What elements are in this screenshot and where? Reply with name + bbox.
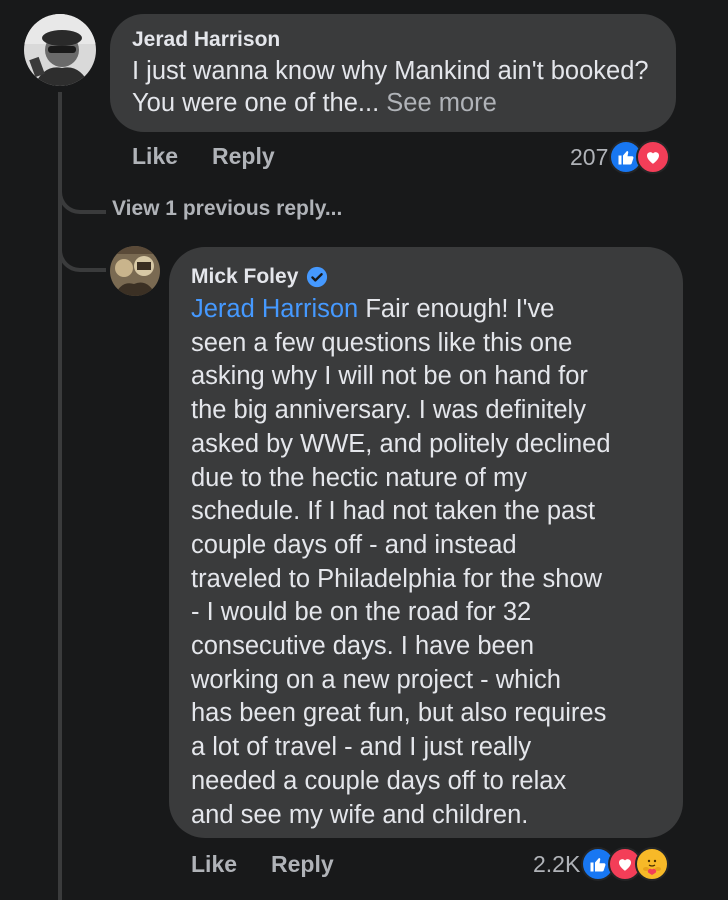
text-line: seen a few questions like this one — [191, 328, 573, 357]
text-line: - I would be on the road for 32 — [191, 598, 532, 627]
care-reaction-icon — [635, 847, 670, 881]
text-line: and see my wife and children. — [191, 800, 529, 829]
reply-button[interactable]: Reply — [212, 143, 275, 170]
reply-author-name[interactable]: Mick Foley — [191, 265, 298, 289]
text-line: asking why I will not be on hand for — [191, 362, 588, 391]
comment-actions: Like Reply — [132, 143, 275, 170]
like-button[interactable]: Like — [132, 143, 178, 170]
text-line: asked by WWE, and politely declined — [191, 429, 611, 458]
text-line: couple days off - and instead — [191, 530, 517, 559]
verified-badge-icon — [307, 266, 328, 288]
text-line: Jerad Harrison Fair enough! I've — [191, 293, 661, 327]
comment-author[interactable]: Jerad Harrison — [132, 28, 654, 52]
thread-branch-curve — [58, 238, 106, 272]
reply-author: Mick Foley — [191, 265, 661, 289]
view-previous-replies-link[interactable]: View 1 previous reply... — [112, 197, 342, 221]
thread-connector-line — [58, 92, 62, 900]
mention-link[interactable]: Jerad Harrison — [191, 295, 358, 323]
see-more-link[interactable]: See more — [386, 89, 497, 117]
text-line: due to the hectic nature of my — [191, 463, 527, 492]
reply-bubble: Mick Foley Jerad Harrison Fair enough! I… — [169, 247, 683, 838]
reply-actions: Like Reply — [191, 851, 334, 878]
avatar[interactable] — [24, 14, 96, 86]
text-segment: Fair enough! I've — [358, 295, 555, 323]
reaction-count: 2.2K — [533, 850, 581, 877]
text-line: needed a couple days off to relax — [191, 766, 567, 795]
text-line: working on a new project - which — [191, 665, 561, 694]
reply-text: Jerad Harrison Fair enough! I've seen a … — [191, 293, 661, 832]
comment-thread: Jerad Harrison I just wanna know why Man… — [0, 0, 728, 900]
comment-text: I just wanna know why Mankind ain't book… — [132, 55, 654, 119]
text-line: the big anniversary. I was definitely — [191, 396, 586, 425]
text-line: a lot of travel - and I just really — [191, 733, 532, 762]
text-line: consecutive days. I have been — [191, 632, 535, 661]
love-reaction-icon — [636, 140, 671, 174]
like-button[interactable]: Like — [191, 851, 237, 878]
reaction-summary[interactable]: 207 — [570, 140, 671, 174]
reaction-summary[interactable]: 2.2K — [533, 847, 670, 881]
reaction-count: 207 — [570, 143, 609, 170]
avatar[interactable] — [110, 246, 160, 296]
text-line: schedule. If I had not taken the past — [191, 497, 596, 526]
comment-bubble: Jerad Harrison I just wanna know why Man… — [110, 14, 676, 132]
reply-button[interactable]: Reply — [271, 851, 334, 878]
thread-branch-curve — [58, 180, 106, 214]
text-line: traveled to Philadelphia for the show — [191, 564, 603, 593]
text-line: has been great fun, but also requires — [191, 699, 607, 728]
